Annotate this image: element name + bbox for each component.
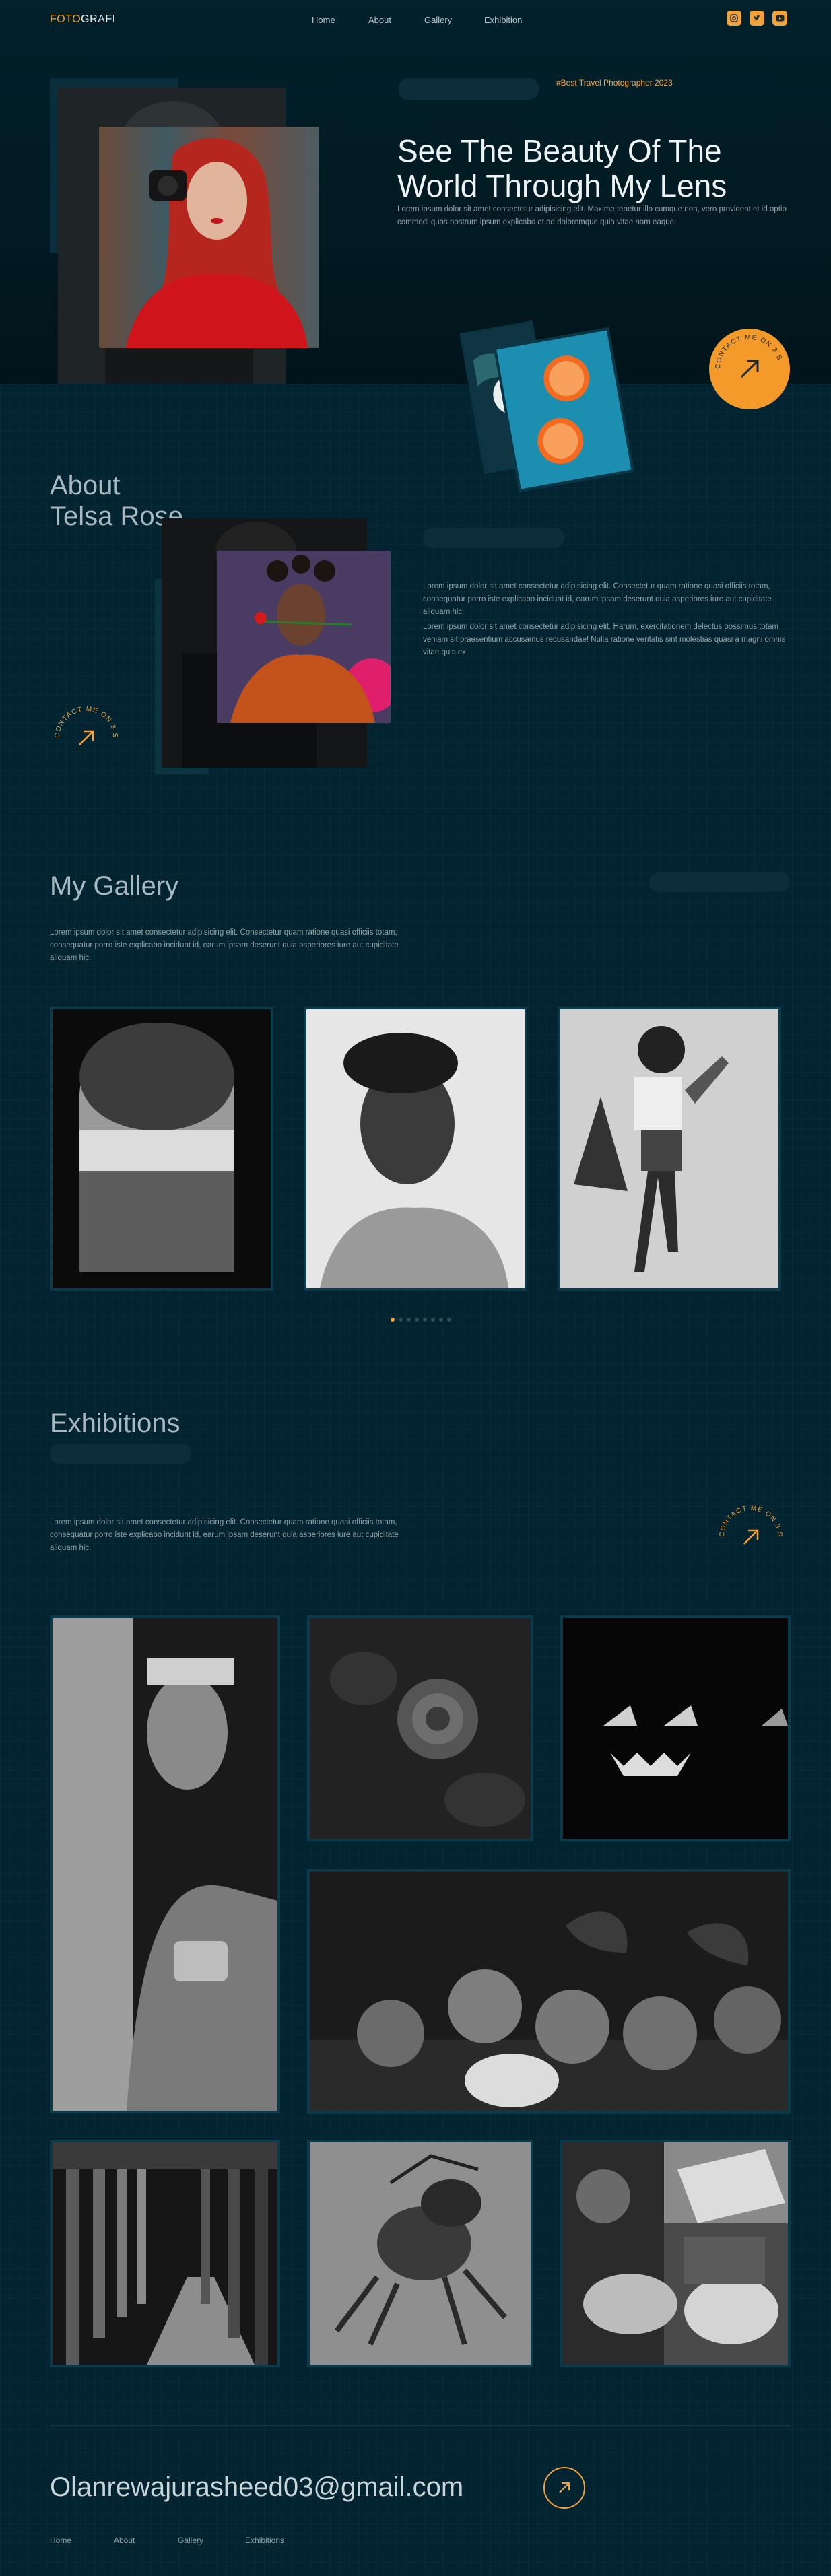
gallery-title: My Gallery (50, 871, 179, 901)
exhibition-photo-2[interactable] (307, 1615, 533, 1841)
exhibitions-title: Exhibitions (50, 1409, 180, 1438)
gallery-text: Lorem ipsum dolor sit amet consectetur a… (50, 928, 399, 962)
about-title-line1: About (50, 471, 121, 500)
hero-portrait-photo (99, 127, 319, 348)
hero-text: Lorem ipsum dolor sit amet consectetur a… (397, 205, 787, 226)
exhibitions-contact-button[interactable]: CONTACT ME ON 3 S (714, 1500, 788, 1574)
exhibition-photo-3[interactable] (560, 1615, 791, 1841)
exhibition-photo-1[interactable] (50, 1615, 280, 2113)
footer-email-button[interactable] (543, 2467, 585, 2509)
hero-badge: #Best Travel Photographer 2023 (556, 78, 673, 88)
youtube-icon[interactable] (772, 11, 787, 26)
arrow-up-right-icon (559, 2482, 570, 2493)
nav-home[interactable]: Home (312, 15, 335, 25)
gallery-photo-1[interactable] (50, 1007, 273, 1291)
exhibitions-text: Lorem ipsum dolor sit amet consectetur a… (50, 1518, 399, 1552)
hero-pill (399, 78, 539, 100)
gallery-pager-dot-3[interactable] (407, 1318, 411, 1322)
hero-contact-button[interactable]: CONTACT ME ON 3 S (709, 329, 790, 409)
gallery-pager-dot-8[interactable] (447, 1318, 451, 1322)
twitter-icon[interactable] (750, 11, 764, 26)
gallery-photo-3[interactable] (558, 1007, 781, 1291)
footer-nav-about[interactable]: About (114, 2536, 135, 2545)
exhibitions-pill (50, 1444, 191, 1464)
exhibition-photo-5[interactable] (50, 2140, 280, 2367)
about-text-2: Lorem ipsum dolor sit amet consectetur a… (423, 623, 786, 656)
footer-nav-exhibitions[interactable]: Exhibitions (245, 2536, 284, 2545)
about-contact-button[interactable]: CONTACT ME ON 3 S (49, 701, 123, 775)
exhibition-photo-6[interactable] (307, 2140, 533, 2367)
hero-contact-arc-text: CONTACT ME ON 3 S (714, 334, 783, 369)
gallery-pager-dot-5[interactable] (423, 1318, 427, 1322)
nav-about[interactable]: About (368, 15, 391, 25)
brand-logo-part2: GRAFI (81, 13, 116, 25)
hero-title-line2: World Through My Lens (397, 168, 727, 203)
gallery-pager-dot-2[interactable] (399, 1318, 403, 1322)
footer-email-link[interactable]: Olanrewajurasheed03@gmail.com (50, 2472, 463, 2503)
gallery-pager-dot-6[interactable] (431, 1318, 435, 1322)
gallery-pager-dot-4[interactable] (415, 1318, 419, 1322)
about-portrait-photo (217, 551, 391, 723)
about-text-1: Lorem ipsum dolor sit amet consectetur a… (423, 582, 772, 616)
about-contact-arc-text: CONTACT ME ON 3 S (54, 706, 118, 739)
nav-gallery[interactable]: Gallery (424, 15, 452, 25)
svg-text:CONTACT ME ON 3 S: CONTACT ME ON 3 S (54, 706, 119, 739)
hero-title: See The Beauty Of The World Through My L… (397, 133, 801, 203)
exhibition-photo-7[interactable] (560, 2140, 791, 2367)
hero-title-line1: See The Beauty Of The (397, 133, 722, 168)
exhibition-photo-4[interactable] (307, 1869, 791, 2114)
gallery-photo-2[interactable] (304, 1007, 527, 1291)
gallery-pager-dot-7[interactable] (439, 1318, 443, 1322)
hero-card-front (493, 327, 634, 492)
footer-divider (50, 2425, 791, 2426)
footer-nav-home[interactable]: Home (50, 2536, 71, 2545)
footer-nav-gallery[interactable]: Gallery (178, 2536, 203, 2545)
instagram-icon[interactable] (727, 11, 741, 26)
exhibitions-contact-arc-text: CONTACT ME ON 3 S (719, 1505, 783, 1538)
svg-text:CONTACT ME ON 3 S: CONTACT ME ON 3 S (714, 334, 783, 369)
gallery-pill (649, 872, 789, 892)
about-pill (423, 528, 564, 548)
brand-logo[interactable]: FOTOGRAFI (50, 13, 116, 26)
gallery-pager-dot-1[interactable] (391, 1318, 395, 1322)
brand-logo-part1: FOTO (50, 13, 81, 25)
nav-exhibition[interactable]: Exhibition (484, 15, 522, 25)
svg-text:CONTACT ME ON 3 S: CONTACT ME ON 3 S (719, 1505, 783, 1538)
